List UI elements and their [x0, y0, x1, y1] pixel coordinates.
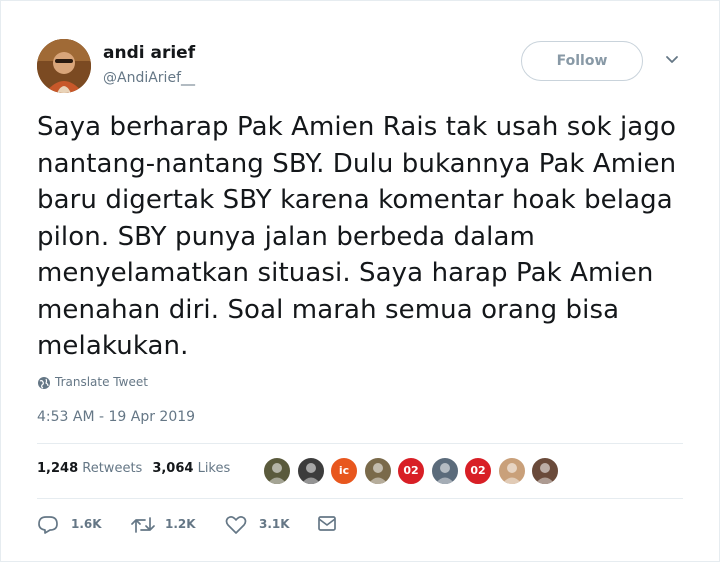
retweet-icon	[131, 517, 155, 533]
likes-label: Likes	[197, 461, 231, 476]
user-avatar[interactable]	[37, 39, 91, 93]
divider-bottom	[37, 498, 683, 499]
tweet-card: andi arief @AndiArief__ Follow Saya berh…	[0, 0, 720, 562]
tweet-timestamp[interactable]: 4:53 AM - 19 Apr 2019	[37, 409, 195, 425]
globe-icon	[38, 377, 50, 389]
like-button[interactable]: 3.1K	[225, 513, 305, 537]
like-count: 3.1K	[259, 517, 290, 531]
liker-avatar-8-portrait	[501, 463, 522, 484]
liker-avatar-5-initials: 02	[403, 464, 419, 477]
avatar-portrait-icon	[37, 39, 91, 93]
retweet-count: 1.2K	[165, 517, 196, 531]
liker-avatar-9[interactable]	[531, 457, 559, 485]
retweets-count: 1,248	[37, 461, 79, 476]
chevron-down-icon[interactable]	[663, 51, 681, 69]
direct-message-button[interactable]	[317, 513, 341, 537]
reply-button[interactable]: 1.6K	[37, 513, 117, 537]
liker-avatar-7-initials: 02	[470, 464, 486, 477]
liker-avatar-3[interactable]: ic	[330, 457, 358, 485]
reply-icon	[38, 516, 58, 534]
divider-top	[37, 443, 683, 444]
liker-avatar-1[interactable]	[263, 457, 291, 485]
liker-avatar-1-portrait	[267, 463, 287, 484]
retweet-button[interactable]: 1.2K	[131, 513, 211, 537]
heart-icon	[225, 516, 247, 534]
liker-avatar-2[interactable]	[296, 457, 325, 485]
tweet-text: Saya berharap Pak Amien Rais tak usah so…	[37, 112, 677, 361]
tweet-header: andi arief @AndiArief__ Follow	[37, 37, 683, 99]
envelope-icon	[318, 516, 336, 531]
liker-avatar-7[interactable]: 02	[464, 457, 492, 485]
liker-avatar-6-portrait	[434, 463, 455, 484]
user-name[interactable]: andi arief	[103, 43, 195, 63]
liker-avatar-5[interactable]: 02	[397, 457, 425, 485]
liker-avatar-4[interactable]	[363, 457, 392, 485]
retweets-label: Retweets	[82, 461, 143, 476]
retweets-stat[interactable]: 1,248 Retweets	[37, 461, 142, 476]
tweet-stats: 1,248 Retweets 3,064 Likes	[37, 461, 230, 481]
translate-tweet-label: Translate Tweet	[55, 375, 148, 389]
liker-avatar-9-portrait	[535, 463, 555, 484]
user-handle[interactable]: @AndiArief__	[103, 70, 195, 86]
follow-button[interactable]: Follow	[521, 41, 643, 81]
reply-count: 1.6K	[71, 517, 102, 531]
likes-count: 3,064	[152, 461, 194, 476]
likes-stat[interactable]: 3,064 Likes	[152, 461, 230, 476]
liker-avatar-4-portrait	[367, 463, 388, 484]
liker-avatar-8[interactable]	[497, 457, 526, 485]
liker-avatar-2-portrait	[300, 463, 321, 484]
liker-avatar-3-initials: ic	[338, 464, 350, 477]
liker-avatar-6[interactable]	[430, 457, 459, 485]
